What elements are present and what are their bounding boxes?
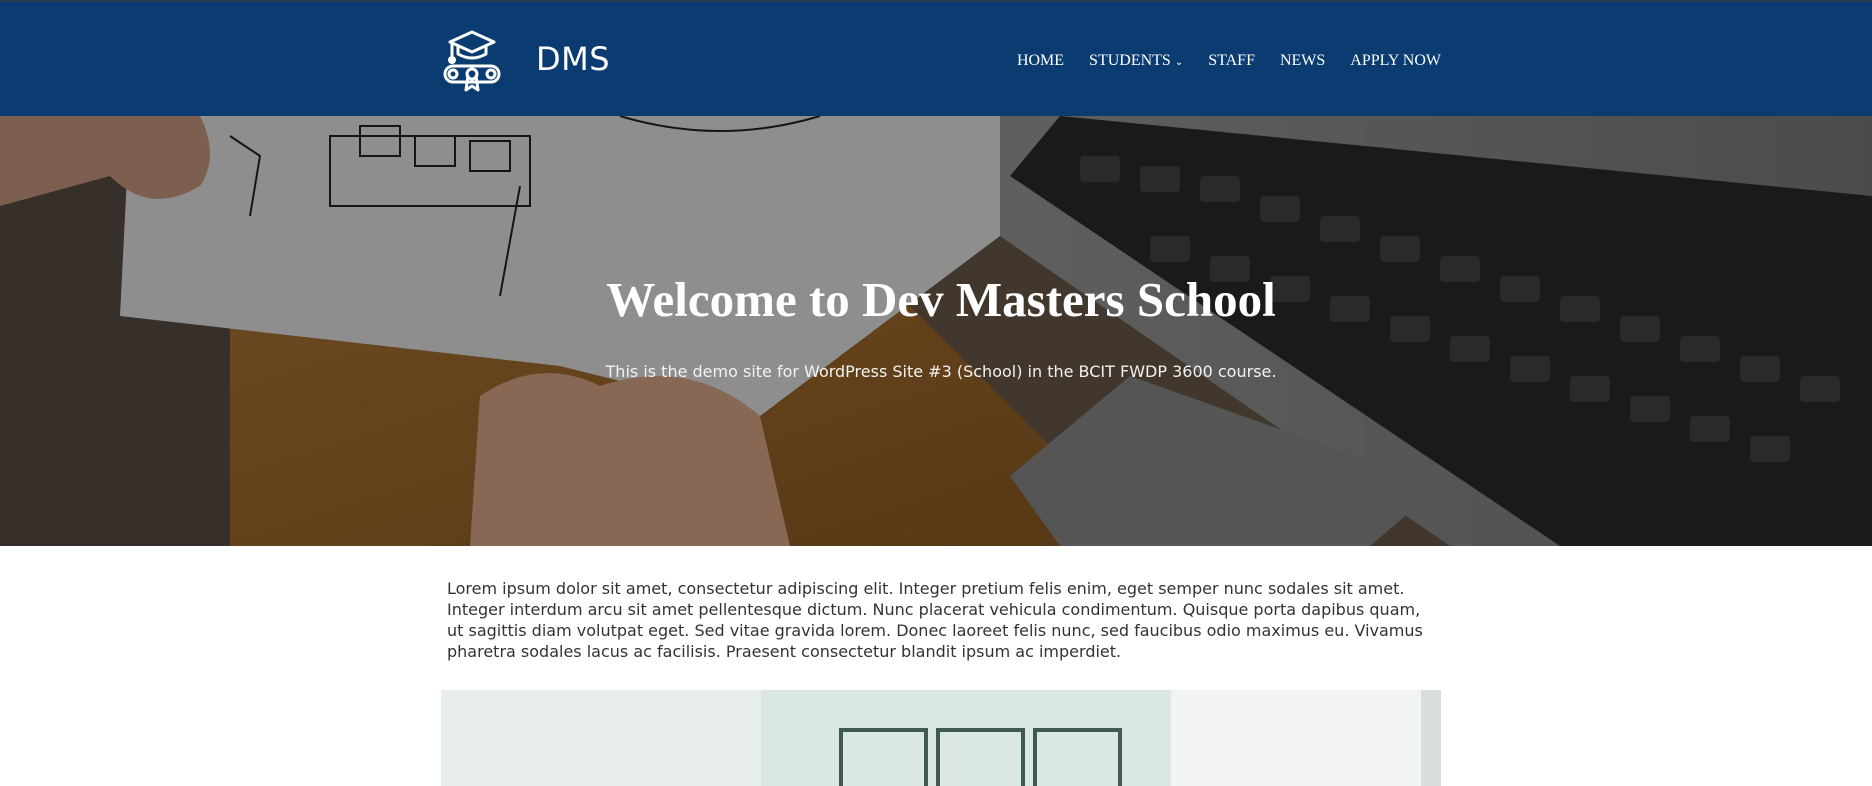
nav-home[interactable]: HOME (1017, 52, 1064, 70)
hero-subtitle: This is the demo site for WordPress Site… (605, 362, 1277, 381)
nav-news[interactable]: NEWS (1280, 52, 1325, 70)
nav-students[interactable]: STUDENTS ⌄ (1089, 52, 1183, 70)
hero-title: Welcome to Dev Masters School (606, 272, 1276, 327)
hero-banner: Welcome to Dev Masters School This is th… (0, 116, 1872, 546)
feature-image (441, 690, 1441, 786)
nav-staff[interactable]: STAFF (1208, 52, 1255, 70)
nav-apply-now[interactable]: APPLY NOW (1350, 52, 1441, 70)
intro-paragraph: Lorem ipsum dolor sit amet, consectetur … (447, 579, 1423, 661)
graduation-cap-diploma-icon[interactable] (440, 28, 504, 92)
main-nav: HOME STUDENTS ⌄ STAFF NEWS APPLY NOW (992, 52, 1441, 70)
site-title[interactable]: DMS (536, 40, 610, 78)
chevron-down-icon: ⌄ (1174, 56, 1184, 68)
hero-background-image (0, 116, 1872, 546)
site-header: DMS HOME STUDENTS ⌄ STAFF NEWS APPLY NOW (0, 2, 1872, 116)
